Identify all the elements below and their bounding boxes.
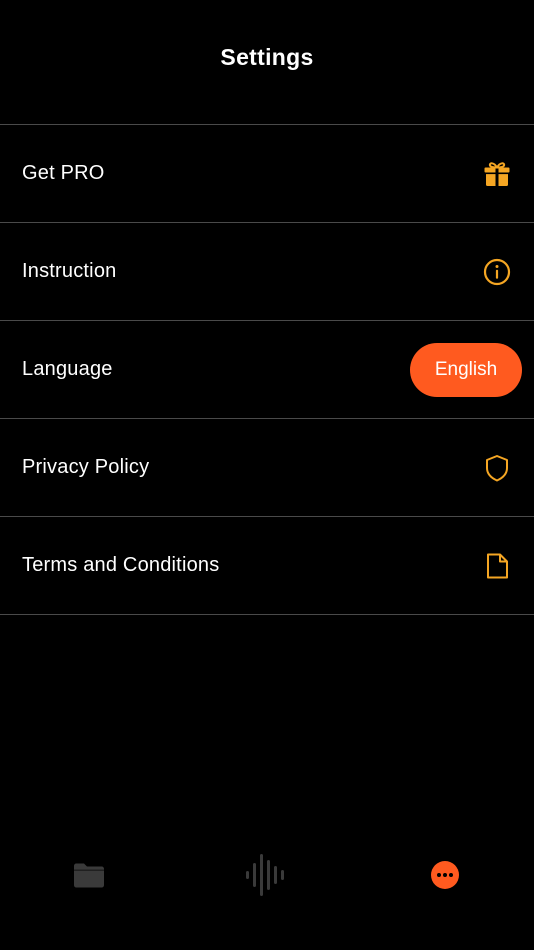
tab-more[interactable]	[385, 845, 505, 905]
settings-list: Get PRO Instruction Language English Pri…	[0, 124, 534, 615]
tab-files[interactable]	[29, 845, 149, 905]
settings-item-label: Terms and Conditions	[22, 554, 220, 576]
settings-item-label: Privacy Policy	[22, 456, 150, 478]
more-icon	[430, 860, 460, 890]
language-select-button[interactable]: English	[410, 342, 522, 397]
settings-item-label: Instruction	[22, 260, 117, 282]
settings-item-label: Get PRO	[22, 162, 105, 184]
settings-item-language[interactable]: Language English	[0, 321, 534, 419]
waveform-icon	[245, 850, 289, 900]
tab-bar	[0, 830, 534, 920]
settings-screen: Settings Get PRO Instruction Language En…	[0, 0, 534, 950]
tab-recorder[interactable]	[207, 845, 327, 905]
shield-icon	[482, 453, 512, 483]
settings-item-get-pro[interactable]: Get PRO	[0, 125, 534, 223]
page-title: Settings	[220, 44, 314, 70]
gift-icon	[482, 159, 512, 189]
folder-icon	[72, 861, 106, 889]
nav-header: Settings	[0, 0, 534, 124]
settings-item-label: Language	[22, 358, 113, 380]
settings-item-terms[interactable]: Terms and Conditions	[0, 517, 534, 615]
document-icon	[482, 551, 512, 581]
info-icon	[482, 257, 512, 287]
settings-item-privacy-policy[interactable]: Privacy Policy	[0, 419, 534, 517]
settings-item-instruction[interactable]: Instruction	[0, 223, 534, 321]
